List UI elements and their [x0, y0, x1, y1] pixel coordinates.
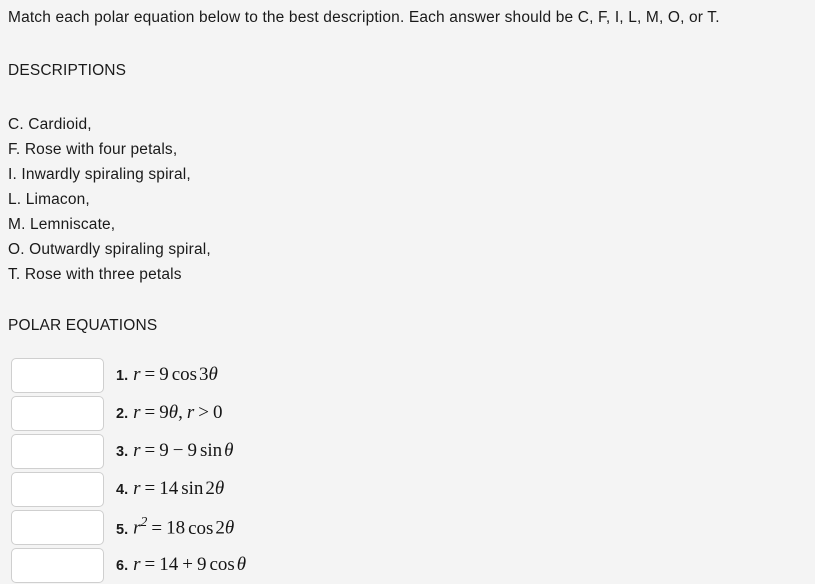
eq4-arg-coefficient: 2	[205, 478, 215, 499]
answer-input-5[interactable]	[11, 509, 104, 545]
eq6-variable: θ	[236, 554, 247, 575]
eq1-rel: =	[144, 364, 156, 385]
eq4-function: sin	[181, 478, 204, 499]
eq4-coefficient: 14	[159, 478, 179, 499]
eq3-variable: θ	[224, 440, 234, 461]
description-item-t: T. Rose with three petals	[8, 266, 182, 283]
equation-label-4: 4. r = 14 sin 2θ	[116, 478, 224, 500]
eq1-variable: θ	[208, 364, 218, 385]
answer-input-3[interactable]	[11, 433, 104, 469]
answer-input-4[interactable]	[11, 471, 104, 507]
equation-math-2: r = 9θ, r >0	[133, 402, 222, 424]
equation-number-5: 5.	[116, 521, 129, 538]
description-item-i: I. Inwardly spiraling spiral,	[8, 166, 191, 183]
eq4-variable: θ	[214, 478, 225, 499]
eq6-lhs: r	[133, 554, 141, 575]
eq2-constraint-rel: >	[198, 402, 209, 423]
eq3-op: −	[172, 440, 184, 461]
equation-row-4: 4. r = 14 sin 2θ	[8, 470, 815, 508]
description-item-m: M. Lemniscate,	[8, 216, 116, 233]
eq2-rel: =	[144, 402, 156, 423]
eq6-op: +	[182, 554, 193, 575]
eq2-coefficient: 9	[159, 402, 169, 423]
description-item-o: O. Outwardly spiraling spiral,	[8, 241, 211, 258]
equation-row-5: 5. r2 = 18 cos 2θ	[8, 508, 815, 546]
worksheet-page: Match each polar equation below to the b…	[0, 0, 815, 583]
equation-row-3: 3. r = 9−9 sin θ	[8, 432, 815, 470]
answer-input-6[interactable]	[11, 547, 104, 583]
equation-number-4: 4.	[116, 482, 129, 498]
eq6-coefficient: 9	[196, 554, 207, 575]
description-item-f: F. Rose with four petals,	[8, 141, 178, 158]
eq2-lhs: r	[133, 402, 141, 423]
equation-label-3: 3. r = 9−9 sin θ	[116, 440, 233, 462]
equation-math-4: r = 14 sin 2θ	[133, 478, 224, 500]
equation-math-3: r = 9−9 sin θ	[133, 440, 233, 462]
eq5-coefficient: 18	[166, 517, 186, 539]
eq5-arg-coefficient: 2	[215, 517, 225, 539]
eq3-rel: =	[144, 440, 156, 461]
eq3-coefficient: 9	[187, 440, 197, 461]
description-item-c: C. Cardioid,	[8, 116, 92, 133]
eq1-function: cos	[171, 364, 198, 385]
answer-input-2[interactable]	[11, 395, 104, 431]
equation-number-2: 2.	[116, 406, 129, 422]
eq1-arg-coefficient: 3	[199, 364, 209, 385]
eq3-term1: 9	[159, 440, 169, 461]
eq4-lhs: r	[133, 478, 141, 499]
equation-row-6: 6. r = 14 +9 cos θ	[8, 546, 815, 584]
eq3-lhs: r	[133, 440, 141, 461]
eq2-variable: θ	[168, 402, 179, 423]
eq5-rel: =	[151, 517, 163, 539]
equations-heading: POLAR EQUATIONS	[8, 317, 158, 334]
equation-row-2: 2. r = 9θ, r >0	[8, 394, 815, 432]
description-item-l: L. Limacon,	[8, 191, 90, 208]
eq1-coefficient: 9	[159, 364, 169, 385]
equation-number-3: 3.	[116, 444, 129, 460]
prompt-text: Match each polar equation below to the b…	[8, 9, 720, 26]
equation-label-1: 1. r = 9 cos 3θ	[116, 364, 218, 386]
eq5-variable: θ	[224, 517, 235, 539]
descriptions-heading: DESCRIPTIONS	[8, 62, 127, 79]
equations-list: 1. r = 9 cos 3θ 2. r = 9θ, r >0 3. r = 9−9 sin θ 4. …	[8, 356, 815, 584]
eq6-function: cos	[209, 554, 235, 575]
equation-number-6: 6.	[116, 558, 129, 574]
eq5-lhs: r	[133, 517, 141, 539]
eq3-function: sin	[199, 440, 223, 461]
descriptions-list: C. Cardioid, F. Rose with four petals, I…	[8, 112, 815, 287]
equation-math-5: r2 = 18 cos 2θ	[133, 514, 234, 539]
equation-number-1: 1.	[116, 368, 129, 384]
answer-input-1[interactable]	[11, 357, 104, 393]
equation-math-1: r = 9 cos 3θ	[133, 364, 218, 386]
equation-label-2: 2. r = 9θ, r >0	[116, 402, 222, 424]
eq1-lhs: r	[133, 364, 141, 385]
eq2-constraint-rhs: 0	[212, 402, 223, 423]
eq2-comma: ,	[178, 402, 183, 423]
eq5-function: cos	[188, 517, 214, 539]
equation-label-5: 5. r2 = 18 cos 2θ	[116, 514, 234, 539]
eq6-rel: =	[144, 554, 156, 575]
eq6-term1: 14	[159, 554, 179, 575]
eq4-rel: =	[144, 478, 156, 499]
equation-math-6: r = 14 +9 cos θ	[133, 554, 246, 576]
equation-label-6: 6. r = 14 +9 cos θ	[116, 554, 246, 576]
equation-row-1: 1. r = 9 cos 3θ	[8, 356, 815, 394]
